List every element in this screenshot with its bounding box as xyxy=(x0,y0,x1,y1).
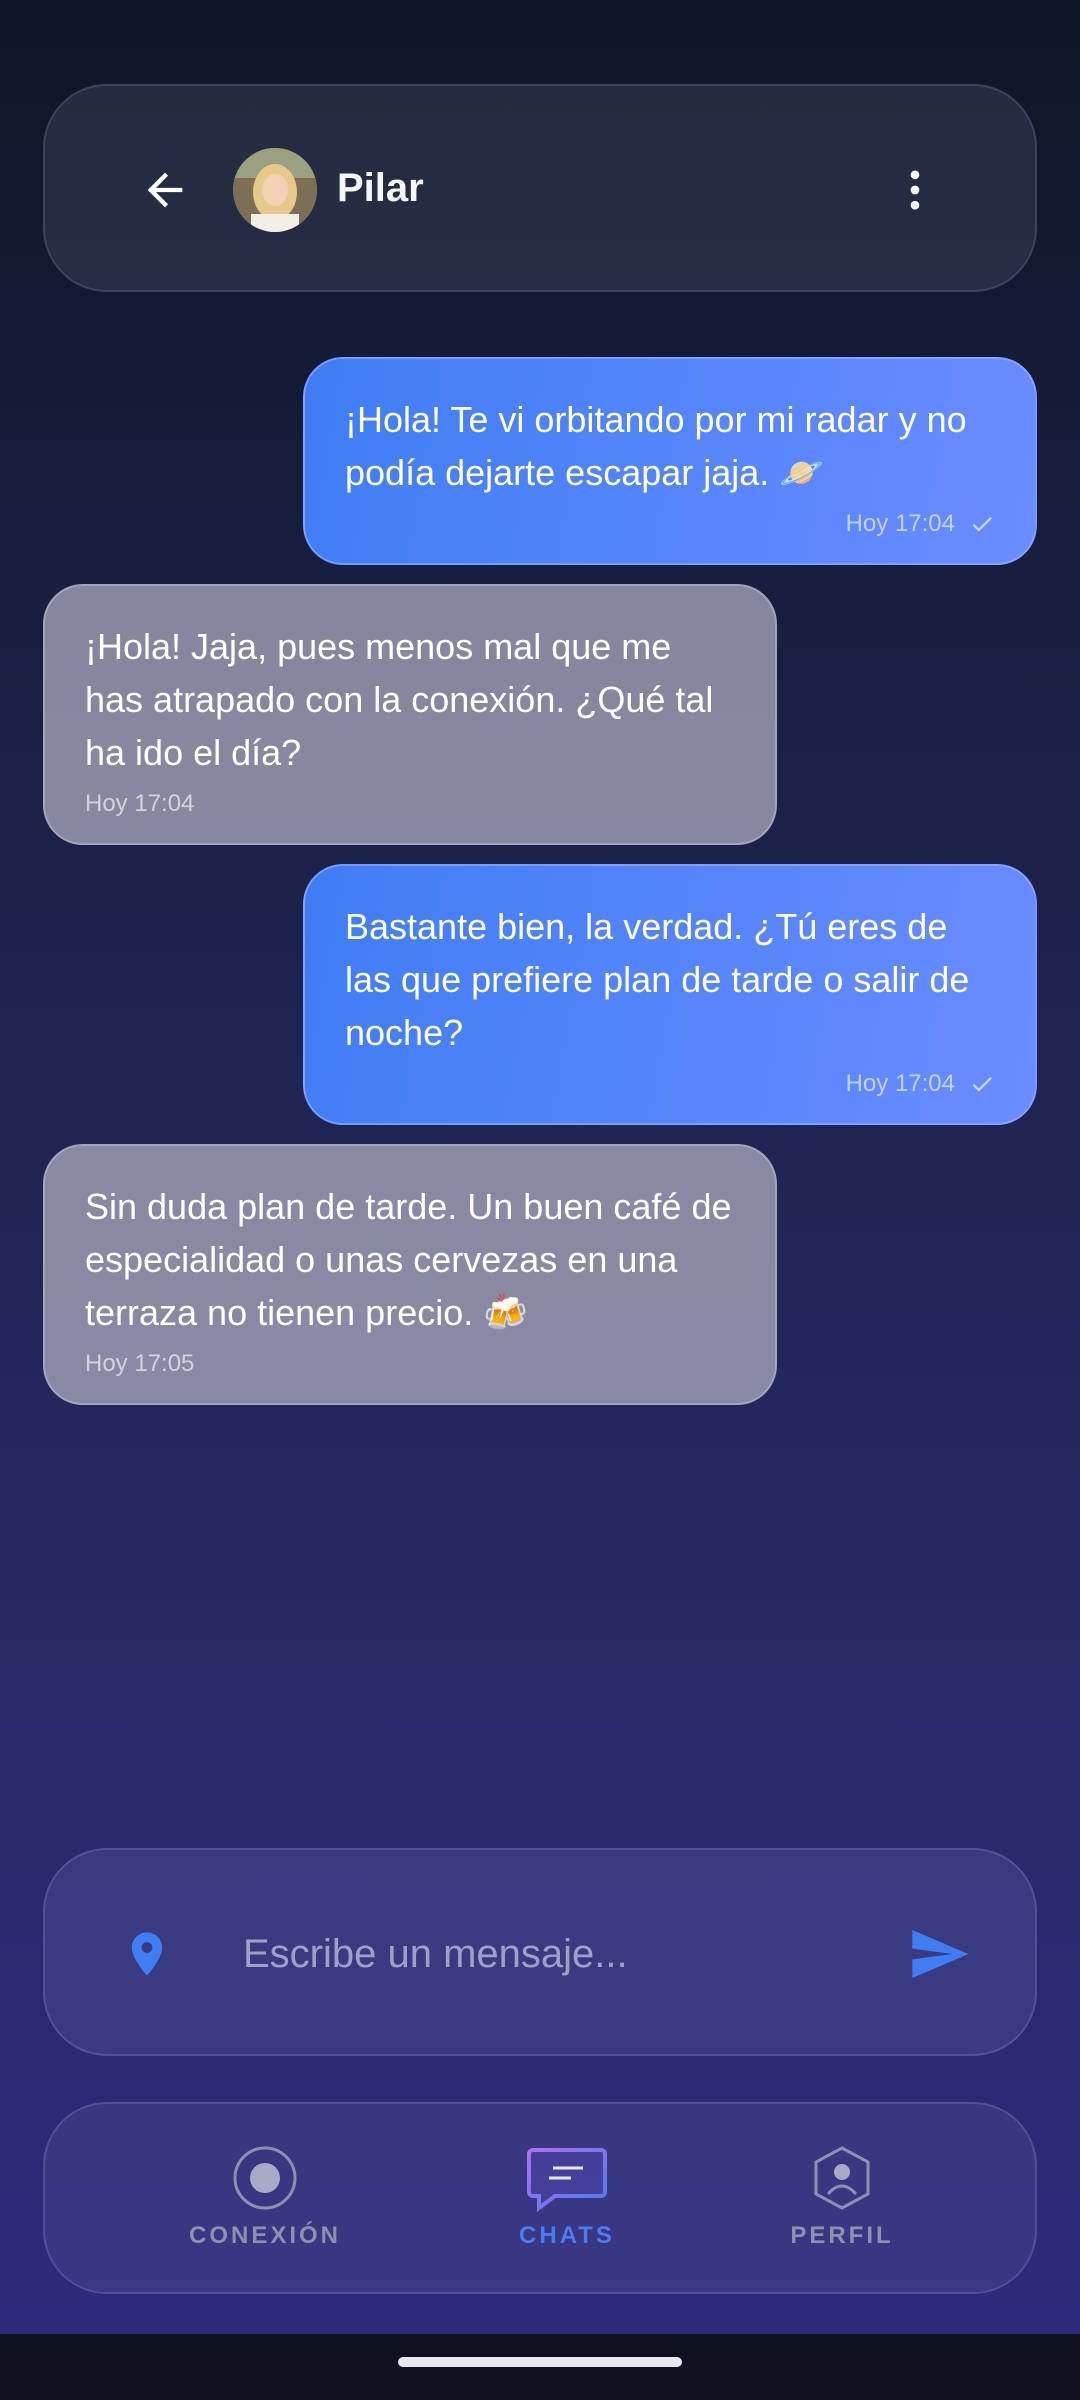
message-text: ¡Hola! Jaja, pues menos mal que me has a… xyxy=(85,626,714,773)
message-bubble-outgoing[interactable]: Bastante bien, la verdad. ¿Tú eres de la… xyxy=(303,864,1037,1125)
location-pin-icon xyxy=(131,1932,163,1976)
check-icon xyxy=(972,517,992,532)
bottom-navigation: CONEXIÓN CHATS PERFIL xyxy=(43,2102,1037,2294)
message-bubble-outgoing[interactable]: ¡Hola! Te vi orbitando por mi radar y no… xyxy=(303,357,1037,565)
contact-name[interactable]: Pilar xyxy=(337,166,424,211)
chat-icon xyxy=(527,2148,607,2212)
nav-item-conexion[interactable]: CONEXIÓN xyxy=(165,2144,365,2250)
message-composer xyxy=(43,1848,1037,2056)
share-location-button[interactable] xyxy=(107,1914,187,1994)
message-text: ¡Hola! Te vi orbitando por mi radar y no… xyxy=(345,399,967,493)
nav-label: CONEXIÓN xyxy=(188,2222,341,2249)
check-icon xyxy=(972,1077,992,1092)
message-bubble-incoming[interactable]: ¡Hola! Jaja, pues menos mal que me has a… xyxy=(43,584,777,845)
connection-icon xyxy=(233,2146,297,2210)
nav-item-perfil[interactable]: PERFIL xyxy=(742,2144,942,2250)
message-input[interactable] xyxy=(243,1906,883,2002)
profile-icon xyxy=(814,2146,870,2210)
message-time: Hoy 17:05 xyxy=(85,1350,195,1377)
nav-label: PERFIL xyxy=(790,2222,894,2249)
nav-label: CHATS xyxy=(519,2222,615,2249)
message-bubble-incoming[interactable]: Sin duda plan de tarde. Un buen café de … xyxy=(43,1144,777,1405)
chat-header: Pilar xyxy=(43,84,1037,292)
send-button[interactable] xyxy=(895,1910,983,1998)
more-vertical-icon xyxy=(910,170,920,210)
message-text: Sin duda plan de tarde. Un buen café de … xyxy=(85,1186,732,1333)
more-options-button[interactable] xyxy=(873,148,957,232)
home-indicator[interactable] xyxy=(398,2357,682,2367)
message-time: Hoy 17:04 xyxy=(845,1070,955,1097)
send-icon xyxy=(912,1930,969,1978)
nav-item-chats[interactable]: CHATS xyxy=(467,2144,667,2250)
message-text: Bastante bien, la verdad. ¿Tú eres de la… xyxy=(345,906,970,1053)
system-gesture-bar xyxy=(0,2334,1080,2400)
message-time: Hoy 17:04 xyxy=(845,510,955,537)
back-button[interactable] xyxy=(123,148,207,232)
arrow-left-icon xyxy=(147,172,183,208)
avatar[interactable] xyxy=(233,148,317,232)
message-time: Hoy 17:04 xyxy=(85,790,195,817)
